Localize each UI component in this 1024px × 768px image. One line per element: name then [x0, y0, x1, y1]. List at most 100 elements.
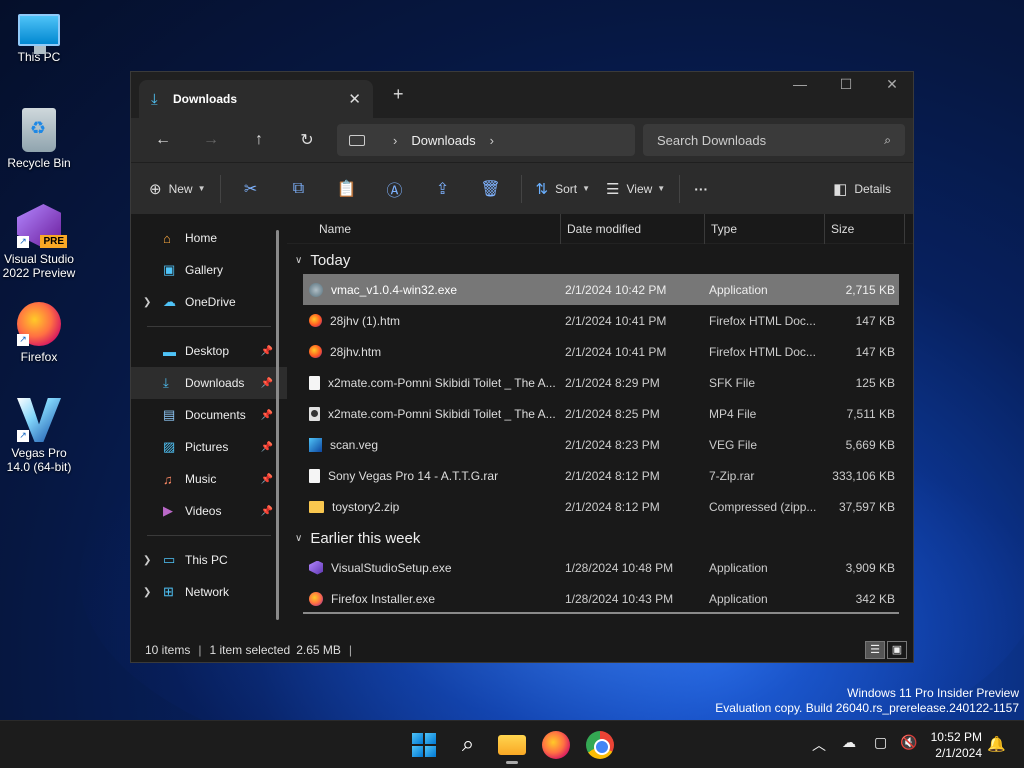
chevron-right-icon[interactable]: ❯ [143, 587, 151, 598]
list-view-icon: ☰ [606, 180, 620, 198]
file-row[interactable]: 28jhv (1).htm 2/1/2024 10:41 PM Firefox … [303, 305, 899, 336]
desktop-icon-this-pc[interactable]: This PC [0, 10, 78, 64]
cut-button[interactable]: ✂ [227, 179, 275, 199]
search-icon[interactable]: ⌕ [454, 731, 482, 759]
tiles-view-icon[interactable]: ▣ [887, 641, 907, 659]
desktop-icon-firefox[interactable]: ↗ Firefox [0, 302, 78, 364]
file-row[interactable]: vmac_v1.0.4-win32.exe 2/1/2024 10:42 PM … [303, 274, 899, 305]
column-header-name[interactable]: Name [287, 213, 561, 244]
file-type: Application [709, 282, 768, 297]
copy-button[interactable]: ⧉ [275, 180, 323, 198]
sort-button[interactable]: ⇅ Sort ▼ [528, 173, 599, 205]
chevron-up-icon[interactable]: ︿ [812, 735, 826, 755]
sidebar-item-desktop[interactable]: ▬ Desktop 📌 [131, 335, 287, 367]
back-button[interactable]: ← [139, 131, 187, 149]
new-button[interactable]: ⊕ New ▼ [141, 173, 214, 205]
file-row[interactable]: x2mate.com-Pomni Skibidi Toilet _ The A.… [303, 367, 899, 398]
file-row[interactable]: Firefox Installer.exe 1/28/2024 10:43 PM… [303, 583, 899, 614]
desktop-icon-vegas-pro[interactable]: ↗ Vegas Pro 14.0 (64-bit) [0, 398, 78, 474]
clock[interactable]: 10:52 PM 2/1/2024 [931, 729, 982, 761]
start-button[interactable] [410, 731, 438, 759]
desktop-icon-label: Firefox [20, 350, 58, 364]
breadcrumb-downloads[interactable]: Downloads [411, 133, 475, 148]
chevron-right-icon[interactable]: ❯ [143, 555, 151, 566]
delete-button[interactable]: 🗑 [467, 179, 515, 199]
sidebar-item-home[interactable]: ⌂ Home [131, 222, 287, 254]
file-row[interactable]: x2mate.com-Pomni Skibidi Toilet _ The A.… [303, 398, 899, 429]
sidebar-item-this-pc[interactable]: ❯ ▭ This PC [131, 544, 287, 576]
file-type: VEG File [709, 437, 758, 452]
search-input[interactable] [657, 132, 867, 148]
title-bar[interactable]: ⤓ Downloads ✕ + — ☐ ✕ [131, 72, 913, 118]
sidebar-item-pictures[interactable]: ▨ Pictures 📌 [131, 431, 287, 463]
onedrive-offline-icon[interactable]: ☁ [842, 735, 856, 751]
refresh-button[interactable]: ↻ [283, 130, 331, 150]
visual-studio-icon [309, 560, 323, 575]
view-button[interactable]: ☰ View ▼ [598, 173, 673, 205]
details-pane-button[interactable]: ◧ Details [825, 173, 899, 205]
computer-icon [18, 14, 60, 54]
close-window-button[interactable]: ✕ [869, 76, 915, 93]
file-type: Firefox HTML Doc... [709, 344, 816, 359]
minimize-button[interactable]: — [777, 76, 823, 92]
sidebar-item-documents[interactable]: ▤ Documents 📌 [131, 399, 287, 431]
documents-icon: ▤ [163, 407, 176, 422]
file-row[interactable]: VisualStudioSetup.exe 1/28/2024 10:48 PM… [303, 552, 899, 583]
sidebar-item-gallery[interactable]: ▣ Gallery [131, 254, 287, 286]
rename-button[interactable]: Ⓐ [371, 177, 419, 201]
file-explorer-icon[interactable] [498, 735, 526, 764]
chevron-down-icon: ▼ [657, 184, 666, 193]
share-button[interactable]: ⇪ [419, 179, 467, 199]
desktop-folder-icon: ▬ [163, 343, 176, 359]
search-icon[interactable]: ⌕ [884, 133, 891, 148]
sidebar-item-music[interactable]: ♫ Music 📌 [131, 463, 287, 495]
maximize-button[interactable]: ☐ [823, 76, 869, 93]
file-date: 1/28/2024 10:43 PM [565, 591, 674, 606]
column-header-size[interactable]: Size [825, 213, 905, 244]
more-options-button[interactable]: ··· [686, 173, 716, 205]
paste-button[interactable]: 📋 [323, 179, 371, 199]
forward-button[interactable]: → [187, 131, 235, 149]
tab-downloads[interactable]: ⤓ Downloads ✕ [139, 80, 373, 118]
group-header-today[interactable]: ∨ Today [287, 246, 913, 274]
network-icon[interactable]: ▢ [874, 735, 887, 751]
sidebar-item-label: Desktop [185, 344, 230, 358]
horizontal-scrollbar[interactable] [303, 612, 899, 614]
file-row[interactable]: 28jhv.htm 2/1/2024 10:41 PM Firefox HTML… [303, 336, 899, 367]
desktop-icon-recycle-bin[interactable]: Recycle Bin [0, 108, 78, 170]
sidebar-item-onedrive[interactable]: ❯ ☁ OneDrive [131, 286, 287, 318]
address-bar[interactable]: › Downloads › [337, 124, 635, 156]
column-header-type[interactable]: Type [705, 213, 825, 244]
details-view-icon[interactable]: ☰ [865, 641, 885, 659]
divider [219, 174, 221, 203]
close-tab-icon[interactable]: ✕ [348, 90, 361, 108]
sidebar-item-downloads[interactable]: ⤓ Downloads 📌 [131, 367, 287, 399]
chrome-icon[interactable] [586, 731, 614, 759]
firefox-icon[interactable] [542, 731, 570, 759]
chevron-right-icon[interactable]: › [393, 133, 397, 148]
file-row[interactable]: scan.veg 2/1/2024 8:23 PM VEG File 5,669… [303, 429, 899, 460]
firefox-icon [309, 591, 323, 606]
divider [147, 326, 271, 327]
volume-muted-icon[interactable]: 🔇 [900, 735, 917, 751]
notification-bell-icon[interactable]: 🔔 [987, 735, 1006, 753]
chevron-right-icon[interactable]: › [490, 133, 494, 148]
up-button[interactable]: ↑ [235, 131, 283, 149]
column-header-date[interactable]: Date modified [561, 213, 705, 244]
group-header-earlier-this-week[interactable]: ∨ Earlier this week [287, 524, 913, 552]
file-date: 2/1/2024 8:29 PM [565, 375, 660, 390]
chevron-right-icon[interactable]: ❯ [143, 297, 151, 308]
file-name: Sony Vegas Pro 14 - A.T.T.G.rar [328, 468, 499, 483]
sidebar-item-network[interactable]: ❯ ⊞ Network [131, 576, 287, 608]
file-row[interactable]: Sony Vegas Pro 14 - A.T.T.G.rar 2/1/2024… [303, 460, 899, 491]
file-size: 147 KB [855, 344, 895, 359]
new-tab-button[interactable]: + [393, 84, 404, 105]
selection-count: 1 item selected [209, 643, 291, 657]
search-box[interactable]: ⌕ [643, 124, 905, 156]
sidebar-item-videos[interactable]: ▶ Videos 📌 [131, 495, 287, 527]
file-row[interactable]: toystory2.zip 2/1/2024 8:12 PM Compresse… [303, 491, 899, 522]
sort-label: Sort [555, 181, 578, 196]
desktop-icon-visual-studio[interactable]: PRE ↗ Visual Studio 2022 Preview [0, 204, 78, 280]
computer-icon[interactable] [349, 134, 365, 146]
navigation-scrollbar[interactable] [276, 230, 279, 620]
